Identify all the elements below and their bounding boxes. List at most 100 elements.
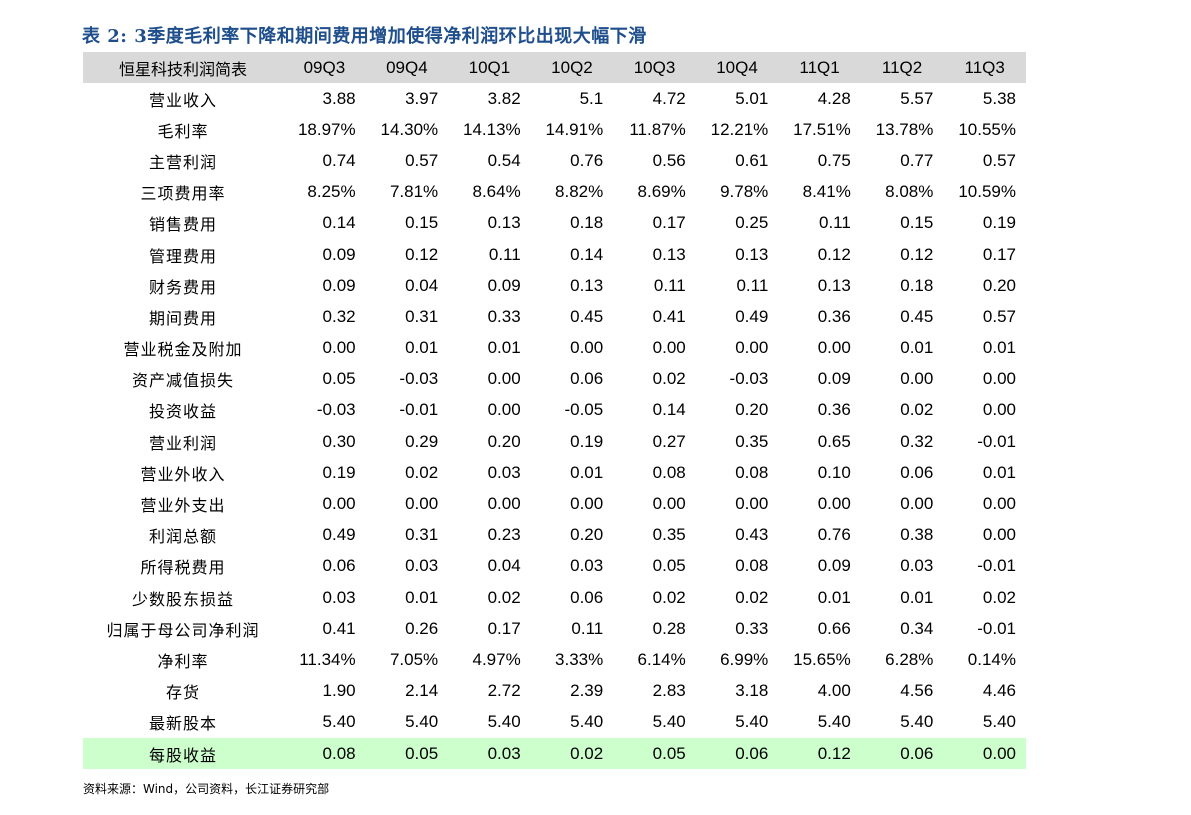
- table-cell: 0.00: [487, 369, 521, 389]
- table-cell: 0.00: [487, 400, 521, 420]
- table-cell: 14.30%: [380, 119, 439, 139]
- table-cell: 0.08: [735, 462, 769, 482]
- table-cell: 0.01: [982, 338, 1016, 358]
- row-label: 营业收入: [149, 90, 218, 110]
- source-note: 资料来源：Wind，公司资料，长江证券研究部: [83, 782, 330, 796]
- column-header-10q1: 10Q1: [468, 57, 511, 77]
- table-cell: 0.05: [322, 369, 356, 389]
- table-cell: 0.00: [322, 494, 356, 514]
- table-cell: 0.02: [735, 587, 769, 607]
- table-cell: 0.00: [735, 338, 769, 358]
- table-cell: 0.00: [652, 494, 686, 514]
- row-label: 利润总额: [149, 527, 218, 547]
- table-cell: 0.77: [900, 150, 934, 170]
- table-cell: 0.06: [322, 556, 356, 576]
- table-row: 三项费用率 8.25% 7.81% 8.64% 8.82% 8.69% 9.78% 8.41%…: [83, 177, 1026, 208]
- table-cell: 4.72: [652, 88, 686, 108]
- table-cell: 4.28: [817, 88, 851, 108]
- table-cell: -0.03: [316, 400, 356, 420]
- table-cell: 0.19: [982, 213, 1016, 233]
- table-cell: 5.40: [322, 712, 356, 732]
- table-row: 财务费用 0.09 0.04 0.09 0.13 0.11 0.11 0.13 0.18 0.20: [83, 270, 1026, 301]
- table-cell: 0.00: [982, 743, 1016, 763]
- table-cell: 0.15: [405, 213, 439, 233]
- table-cell: 8.69%: [637, 182, 686, 202]
- table-row: 销售费用 0.14 0.15 0.13 0.18 0.17 0.25 0.11 0.15 0.19: [83, 208, 1026, 239]
- table-cell: 0.08: [322, 743, 356, 763]
- table-row: 营业税金及附加 0.00 0.01 0.01 0.00 0.00 0.00 0.00 0.01 0…: [83, 333, 1026, 364]
- profit-table-container: 恒星科技利润简表 09Q3 09Q4 10Q1 10Q2 10Q3 10Q4 11Q1 11Q…: [83, 52, 1026, 770]
- table-cell: 0.20: [735, 400, 769, 420]
- table-cell: 0.43: [735, 525, 769, 545]
- table-row: 营业收入 3.88 3.97 3.82 5.1 4.72 5.01 4.28 5.57 5.38: [83, 83, 1026, 114]
- table-cell: 0.14: [322, 213, 356, 233]
- table-row: 毛利率 18.97% 14.30% 14.13% 14.91% 11.87% 12.21% 1…: [83, 114, 1026, 145]
- table-cell: 0.00: [817, 338, 851, 358]
- table-cell: 0.09: [322, 244, 356, 264]
- table-cell: 0.26: [405, 618, 439, 638]
- row-label: 最新股本: [149, 714, 218, 734]
- table-cell: 0.03: [405, 556, 439, 576]
- table-cell: 7.81%: [389, 182, 439, 202]
- table-cell: -0.03: [729, 369, 769, 389]
- table-cell: 0.08: [652, 462, 686, 482]
- table-cell: 4.97%: [472, 649, 521, 669]
- table-cell: 5.38: [982, 88, 1016, 108]
- table-cell: 0.00: [982, 525, 1016, 545]
- table-cell: 0.01: [405, 587, 439, 607]
- table-cell: 0.00: [982, 400, 1016, 420]
- row-label: 管理费用: [149, 246, 218, 266]
- table-cell: 14.91%: [545, 119, 604, 139]
- row-label: 所得税费用: [140, 558, 226, 578]
- table-cell: 0.20: [570, 525, 604, 545]
- table-cell: 0.23: [487, 525, 521, 545]
- table-cell: 0.00: [405, 494, 439, 514]
- table-cell: 3.97: [405, 88, 439, 108]
- table-cell: 0.57: [405, 150, 439, 170]
- profit-summary-table: 恒星科技利润简表 09Q3 09Q4 10Q1 10Q2 10Q3 10Q4 11Q1 11Q…: [83, 52, 1026, 770]
- table-cell: 3.33%: [555, 649, 604, 669]
- table-row: 最新股本 5.40 5.40 5.40 5.40 5.40 5.40 5.40 5.40 5.40: [83, 707, 1026, 738]
- table-cell: 0.65: [817, 431, 851, 451]
- table-cell: 6.99%: [720, 649, 769, 669]
- table-cell: 7.05%: [389, 649, 439, 669]
- table-cell: 0.74: [322, 150, 356, 170]
- table-title: 表 2: 3季度毛利率下降和期间费用增加使得净利润环比出现大幅下滑: [82, 26, 647, 47]
- table-cell: 0.18: [570, 213, 604, 233]
- table-row: 主营利润 0.74 0.57 0.54 0.76 0.56 0.61 0.75 0.77 0.57: [83, 145, 1026, 176]
- column-header-11q3: 11Q3: [964, 57, 1005, 77]
- table-cell: 0.57: [982, 150, 1016, 170]
- table-cell: 5.40: [817, 712, 851, 732]
- table-cell: 5.40: [652, 712, 686, 732]
- table-cell: 0.08: [735, 556, 769, 576]
- table-cell: 0.36: [817, 400, 851, 420]
- table-cell: 0.17: [982, 244, 1016, 264]
- table-cell: 5.1: [579, 88, 604, 108]
- table-cell: 0.30: [322, 431, 356, 451]
- table-cell: 0.35: [735, 431, 769, 451]
- row-label: 营业外收入: [140, 464, 226, 484]
- table-body: 营业收入 3.88 3.97 3.82 5.1 4.72 5.01 4.28 5.57 5.38 毛…: [83, 83, 1026, 770]
- table-cell: 0.06: [570, 587, 604, 607]
- table-cell: 5.40: [570, 712, 604, 732]
- table-cell: 8.25%: [307, 182, 356, 202]
- table-cell: 0.76: [817, 525, 851, 545]
- row-label: 销售费用: [149, 215, 218, 235]
- table-cell: 0.20: [982, 275, 1016, 295]
- table-cell: 0.00: [570, 494, 604, 514]
- table-cell: -0.01: [977, 431, 1016, 451]
- table-cell: 0.01: [982, 462, 1016, 482]
- table-cell: 5.40: [487, 712, 521, 732]
- table-cell: 8.82%: [555, 182, 604, 202]
- table-cell: -0.03: [399, 369, 439, 389]
- table-cell: 1.90: [322, 681, 356, 701]
- row-label: 期间费用: [149, 308, 218, 328]
- table-cell: 0.33: [487, 306, 521, 326]
- table-row: 投资收益 -0.03 -0.01 0.00 -0.05 0.14 0.20 0.36 0.02 0…: [83, 395, 1026, 426]
- row-label: 资产减值损失: [132, 371, 235, 391]
- table-cell: 0.66: [817, 618, 851, 638]
- table-row: 期间费用 0.32 0.31 0.33 0.45 0.41 0.49 0.36 0.45 0.57: [83, 301, 1026, 332]
- table-cell: 0.11: [736, 275, 769, 295]
- table-cell: 0.01: [817, 587, 851, 607]
- table-cell: 0.38: [900, 525, 934, 545]
